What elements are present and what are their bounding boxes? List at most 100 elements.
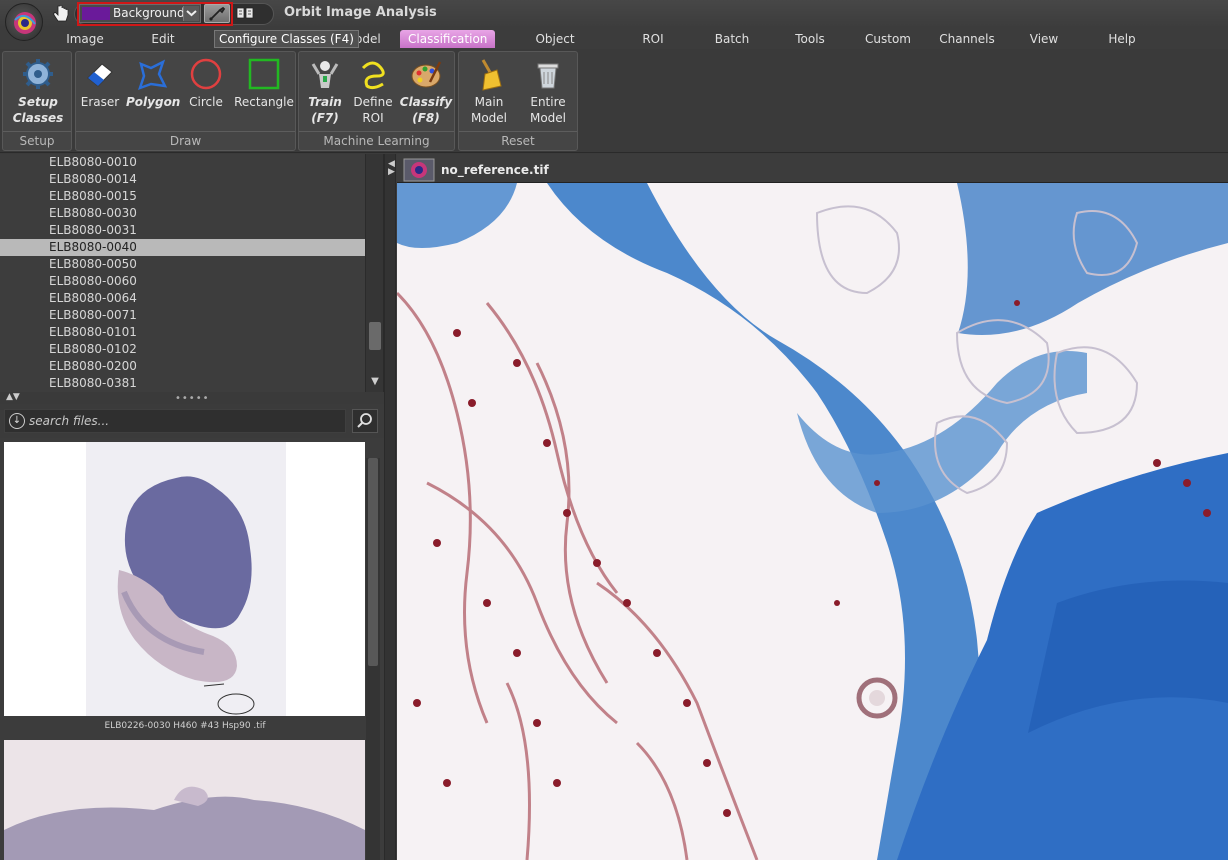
menu-custom[interactable]: Custom <box>862 30 914 48</box>
scrollbar-thumb[interactable] <box>369 322 381 350</box>
ribbon-toolbar: Setup Classes Setup Eraser Polygon Circl… <box>0 49 1228 153</box>
thumbnail-image[interactable] <box>4 442 365 716</box>
ribbon-group-setup: Setup Classes Setup <box>2 51 72 151</box>
file-list-item[interactable]: ELB8080-0031 <box>0 222 365 239</box>
trash-icon <box>537 63 559 89</box>
file-list-item[interactable]: ELB8080-0102 <box>0 341 365 358</box>
train-shortcut: (F7) <box>311 111 339 125</box>
menu-image[interactable]: Image <box>60 30 110 48</box>
gear-icon <box>23 59 53 89</box>
panel-splitter[interactable]: ▲▼ ••••• <box>0 392 384 404</box>
menu-bar: Image Edit n Model Classification Object… <box>0 28 1228 64</box>
thumbnail-image[interactable] <box>4 740 365 860</box>
viewer-tab[interactable]: no_reference.tif <box>397 154 1228 183</box>
menu-object-detection[interactable]: Object Detection <box>505 30 605 64</box>
menu-help[interactable]: Help <box>1104 30 1140 48</box>
ribbon-group-label-setup: Setup <box>19 134 55 148</box>
file-list-item-selected[interactable]: ELB8080-0040 <box>0 239 365 256</box>
menu-channels[interactable]: Channels <box>937 30 997 48</box>
menu-batch[interactable]: Batch <box>710 30 754 48</box>
reset-entire-label-2: Model <box>529 111 567 125</box>
classify-label: Classify <box>399 95 453 109</box>
tissue-image[interactable] <box>397 183 1228 860</box>
ribbon-separator <box>76 131 295 132</box>
search-input[interactable] <box>29 412 339 430</box>
ribbon-group-label-draw: Draw <box>169 134 202 148</box>
eraser-button[interactable]: Eraser <box>79 54 121 110</box>
file-list-item[interactable]: ELB8080-0014 <box>0 171 365 188</box>
panel-divider[interactable]: ◀ ▶ <box>384 154 396 860</box>
reset-entire-label: Entire <box>530 95 566 109</box>
circle-label: Circle <box>189 95 223 109</box>
polygon-label: Polygon <box>126 95 181 109</box>
menu-tools[interactable]: Tools <box>788 30 832 48</box>
ribbon-group-machine-learning: Train (F7) Define ROI Classify (F8) Mach… <box>298 51 455 151</box>
file-list-item[interactable]: ELB8080-0010 <box>0 154 365 171</box>
rectangle-icon <box>248 58 280 90</box>
search-button[interactable] <box>352 409 378 433</box>
file-list-item[interactable]: ELB8080-0050 <box>0 256 365 273</box>
file-list-item[interactable]: ELB8080-0030 <box>0 205 365 222</box>
ribbon-separator <box>3 131 71 132</box>
reset-main-model-button[interactable]: Main Model <box>463 54 515 126</box>
file-list-item[interactable]: ELB8080-0060 <box>0 273 365 290</box>
rectangle-button[interactable]: Rectangle <box>233 54 295 110</box>
orbit-logo-icon[interactable] <box>5 3 43 41</box>
ribbon-group-label-reset: Reset <box>501 134 535 148</box>
define-roi-button[interactable]: Define ROI <box>351 54 395 126</box>
chevron-down-icon[interactable] <box>183 6 199 21</box>
file-list-item[interactable]: ELB8080-0071 <box>0 307 365 324</box>
download-circle-icon[interactable]: ↓ <box>9 413 25 429</box>
scroll-down-icon[interactable]: ▼ <box>369 376 381 388</box>
classify-shortcut: (F8) <box>412 111 440 125</box>
collapse-arrows-icon[interactable]: ◀ ▶ <box>388 160 395 177</box>
pointer-hand-icon[interactable] <box>50 3 72 25</box>
train-icon <box>311 61 339 88</box>
file-list: ELB8080-0010 ELB8080-0014 ELB8080-0015 E… <box>0 154 384 392</box>
class-select-label: Background <box>113 6 185 20</box>
file-list-item[interactable]: ELB8080-0015 <box>0 188 365 205</box>
viewer-tab-title: no_reference.tif <box>441 163 549 177</box>
file-list-item[interactable]: ELB8080-0381 <box>0 375 365 392</box>
collapse-arrows-icon[interactable]: ▲▼ <box>6 392 20 402</box>
menu-classification[interactable]: Classification <box>400 30 496 48</box>
reset-entire-model-button[interactable]: Entire Model <box>521 54 575 126</box>
rectangle-label: Rectangle <box>234 95 294 109</box>
setup-classes-label: Setup Classes <box>12 95 64 125</box>
ribbon-group-label-ml: Machine Learning <box>323 134 430 148</box>
scrollbar-thumb[interactable] <box>368 458 378 666</box>
circle-button[interactable]: Circle <box>184 54 228 110</box>
broom-icon <box>481 59 502 91</box>
menu-view[interactable]: View <box>1026 30 1062 48</box>
ribbon-separator <box>299 131 454 132</box>
file-list-item[interactable]: ELB8080-0101 <box>0 324 365 341</box>
thumbnail-scrollbar[interactable] <box>366 458 380 860</box>
circle-icon <box>190 58 222 90</box>
file-list-scrollbar[interactable]: ▼ <box>365 154 383 392</box>
image-frame-icon <box>403 158 435 182</box>
file-list-item[interactable]: ELB8080-0200 <box>0 358 365 375</box>
thumbnail-panel: ELB0226-0030 H460 #43 Hsp90 .tif <box>0 438 384 860</box>
file-list-item[interactable]: ELB8080-0064 <box>0 290 365 307</box>
menu-edit[interactable]: Edit <box>140 30 186 48</box>
menu-roi[interactable]: ROI <box>636 30 670 48</box>
reset-main-label: Main <box>474 95 504 109</box>
book-icon[interactable] <box>234 4 256 22</box>
setup-classes-button[interactable]: Setup Classes <box>8 54 68 126</box>
image-viewer[interactable]: no_reference.tif <box>397 154 1228 860</box>
search-icon <box>357 413 372 428</box>
palette-icon <box>411 61 442 88</box>
class-color-swatch <box>82 7 110 20</box>
configure-classes-button[interactable] <box>204 4 230 23</box>
drag-handle-icon: ••••• <box>175 393 210 404</box>
classify-button[interactable]: Classify (F8) <box>399 54 453 126</box>
title-bar: Background Orbit Image Analysis <box>0 0 1228 28</box>
polygon-button[interactable]: Polygon <box>126 54 181 110</box>
train-button[interactable]: Train (F7) <box>303 54 347 126</box>
eraser-label: Eraser <box>80 95 120 109</box>
ribbon-group-draw: Eraser Polygon Circle Rectangle Draw <box>75 51 296 151</box>
reset-main-label-2: Model <box>470 111 508 125</box>
class-select[interactable]: Background <box>79 4 201 23</box>
search-box: ↓ <box>4 409 346 433</box>
define-roi-label: Define <box>353 95 393 109</box>
